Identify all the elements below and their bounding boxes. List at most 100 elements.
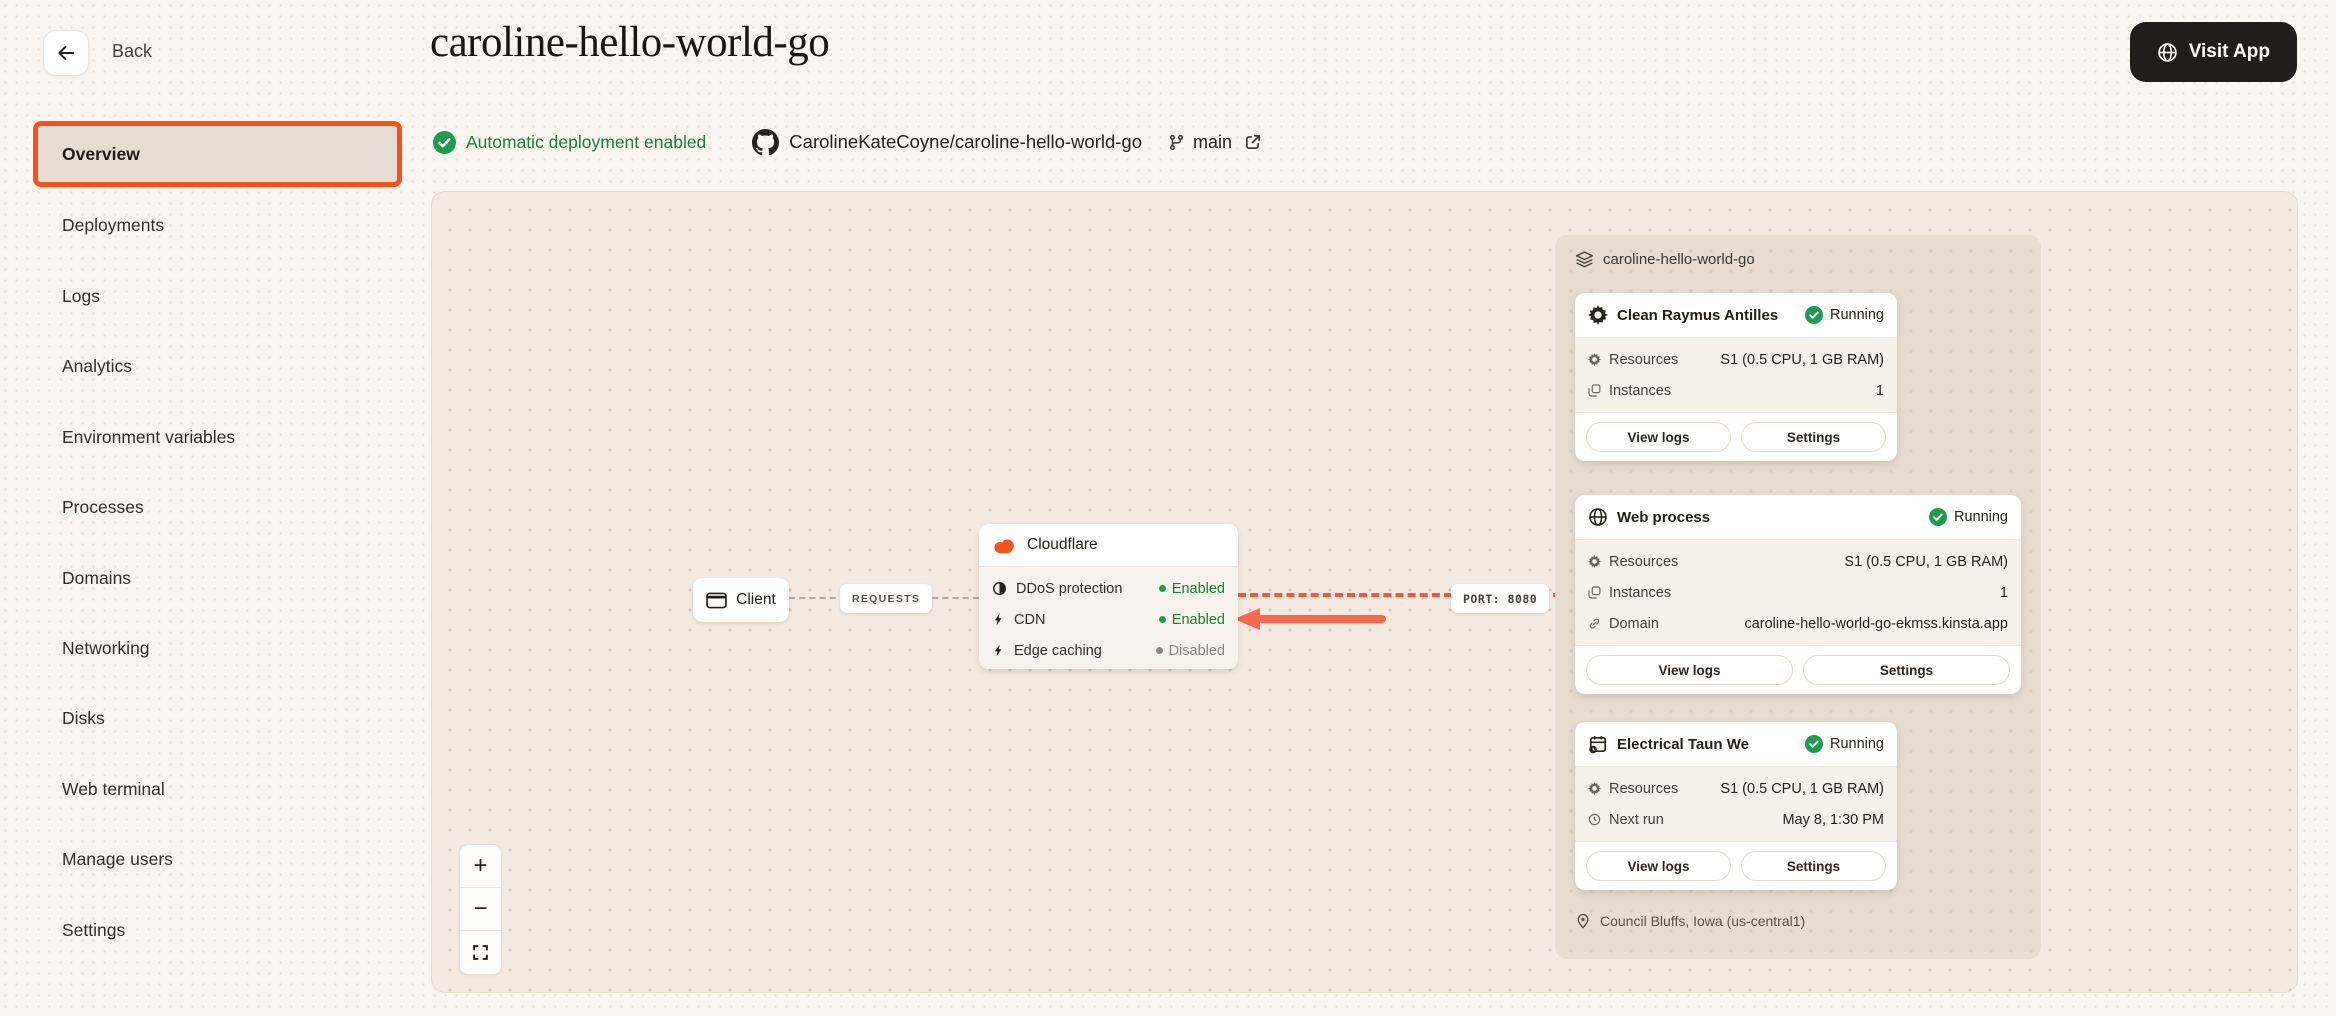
sidebar-item-label: Manage users bbox=[62, 849, 173, 870]
status-badge: Running bbox=[1805, 735, 1884, 753]
cloudflare-row-ddos: DDoS protection Enabled bbox=[992, 573, 1225, 604]
settings-button[interactable]: Settings bbox=[1741, 422, 1886, 452]
back-button[interactable] bbox=[43, 30, 89, 76]
sidebar-item-web-terminal[interactable]: Web terminal bbox=[33, 769, 402, 809]
instances-icon bbox=[1588, 384, 1601, 397]
row-value: caroline-hello-world-go-ekmss.kinsta.app bbox=[1744, 616, 2008, 632]
status-label: Running bbox=[1830, 307, 1884, 323]
row-value: S1 (0.5 CPU, 1 GB RAM) bbox=[1720, 352, 1884, 368]
sidebar-item-settings[interactable]: Settings bbox=[33, 910, 402, 950]
service-name: Web process bbox=[1617, 509, 1710, 526]
github-icon bbox=[752, 129, 779, 156]
cloudflare-node[interactable]: Cloudflare DDoS protection Enabled CDN bbox=[979, 524, 1238, 669]
cloudflare-title: Cloudflare bbox=[1027, 536, 1098, 554]
location-label: Council Bluffs, Iowa (us-central1) bbox=[1600, 913, 1805, 929]
visit-app-button[interactable]: Visit App bbox=[2130, 22, 2297, 82]
status-bar: Automatic deployment enabled CarolineKat… bbox=[433, 120, 1262, 164]
check-circle-icon bbox=[1805, 306, 1823, 324]
status-badge: Running bbox=[1929, 508, 2008, 526]
bolt-icon bbox=[992, 643, 1005, 658]
sidebar-item-overview[interactable]: Overview bbox=[33, 121, 402, 187]
gear-icon bbox=[1588, 353, 1601, 366]
zoom-in-button[interactable]: + bbox=[460, 845, 501, 888]
fullscreen-button[interactable] bbox=[460, 931, 501, 974]
bolt-icon bbox=[992, 612, 1005, 627]
view-logs-button[interactable]: View logs bbox=[1586, 851, 1731, 881]
sidebar-item-label: Networking bbox=[62, 638, 150, 659]
deployment-status-label: Automatic deployment enabled bbox=[466, 132, 706, 153]
branch-name: main bbox=[1193, 132, 1232, 153]
row-value: 1 bbox=[1876, 383, 1884, 399]
globe-icon bbox=[1588, 507, 1608, 527]
service-row: Resources S1 (0.5 CPU, 1 GB RAM) bbox=[1588, 546, 2008, 577]
app-group-panel: caroline-hello-world-go Clean Raymus Ant… bbox=[1555, 235, 2041, 959]
view-logs-button[interactable]: View logs bbox=[1586, 655, 1793, 685]
gear-icon bbox=[1588, 555, 1601, 568]
check-circle-icon bbox=[1929, 508, 1947, 526]
row-label: Next run bbox=[1609, 812, 1664, 828]
visit-app-label: Visit App bbox=[2189, 41, 2270, 63]
sidebar-item-label: Deployments bbox=[62, 215, 164, 236]
fullscreen-icon bbox=[472, 944, 489, 961]
service-row: Resources S1 (0.5 CPU, 1 GB RAM) bbox=[1588, 344, 1884, 375]
service-name: Clean Raymus Antilles bbox=[1617, 307, 1778, 324]
settings-button[interactable]: Settings bbox=[1741, 851, 1886, 881]
cloudflare-row-status: Enabled bbox=[1172, 612, 1225, 628]
cloudflare-row-status: Enabled bbox=[1172, 581, 1225, 597]
service-name: Electrical Taun We bbox=[1617, 736, 1749, 753]
port-edge-label: PORT: 8080 bbox=[1451, 584, 1549, 613]
calendar-clock-icon bbox=[1588, 735, 1608, 754]
status-dot bbox=[1159, 585, 1166, 592]
service-card-worker[interactable]: Clean Raymus Antilles Running Resources … bbox=[1575, 293, 1897, 461]
sidebar-item-label: Overview bbox=[62, 144, 140, 165]
row-label: Instances bbox=[1609, 383, 1671, 399]
sidebar-item-manage-users[interactable]: Manage users bbox=[33, 839, 402, 879]
sidebar-item-networking[interactable]: Networking bbox=[33, 628, 402, 668]
sidebar-item-logs[interactable]: Logs bbox=[33, 276, 402, 316]
cloudflare-row-label: DDoS protection bbox=[1016, 581, 1122, 597]
status-label: Running bbox=[1830, 736, 1884, 752]
cloudflare-row-label: Edge caching bbox=[1014, 643, 1102, 659]
globe-icon bbox=[2157, 42, 2178, 63]
sidebar-item-label: Processes bbox=[62, 497, 144, 518]
datacenter-location: Council Bluffs, Iowa (us-central1) bbox=[1575, 913, 1805, 929]
row-value: S1 (0.5 CPU, 1 GB RAM) bbox=[1844, 554, 2008, 570]
sidebar-item-disks[interactable]: Disks bbox=[33, 698, 402, 738]
service-card-cron[interactable]: Electrical Taun We Running Resources S1 … bbox=[1575, 722, 1897, 890]
cloudflare-row-edge-caching: Edge caching Disabled bbox=[992, 635, 1225, 666]
service-row: Instances 1 bbox=[1588, 375, 1884, 406]
branch-info: main bbox=[1168, 132, 1262, 153]
service-row: Instances 1 bbox=[1588, 577, 2008, 608]
sidebar-item-label: Disks bbox=[62, 708, 105, 729]
client-node[interactable]: Client bbox=[693, 578, 789, 622]
view-logs-button[interactable]: View logs bbox=[1586, 422, 1731, 452]
back-label: Back bbox=[112, 41, 152, 62]
location-pin-icon bbox=[1575, 913, 1591, 929]
row-label: Resources bbox=[1609, 352, 1678, 368]
row-label: Domain bbox=[1609, 616, 1659, 632]
link-icon bbox=[1588, 617, 1601, 630]
cloudflare-row-label: CDN bbox=[1014, 612, 1045, 628]
row-label: Resources bbox=[1609, 781, 1678, 797]
sidebar-item-label: Environment variables bbox=[62, 427, 235, 448]
zoom-out-button[interactable]: − bbox=[460, 888, 501, 931]
instances-icon bbox=[1588, 586, 1601, 599]
gear-icon bbox=[1588, 782, 1601, 795]
settings-button[interactable]: Settings bbox=[1803, 655, 2010, 685]
row-value: 1 bbox=[2000, 585, 2008, 601]
row-value: S1 (0.5 CPU, 1 GB RAM) bbox=[1720, 781, 1884, 797]
status-dot bbox=[1159, 616, 1166, 623]
diagram-canvas[interactable]: Client REQUESTS PORT: 8080 Cloudflare DD… bbox=[431, 191, 2298, 993]
sidebar-item-environment-variables[interactable]: Environment variables bbox=[33, 417, 402, 457]
sidebar-item-analytics[interactable]: Analytics bbox=[33, 346, 402, 386]
service-row: Domain caroline-hello-world-go-ekmss.kin… bbox=[1588, 608, 2008, 639]
sidebar-item-deployments[interactable]: Deployments bbox=[33, 205, 402, 245]
service-card-web-process[interactable]: Web process Running Resources S1 (0.5 CP… bbox=[1575, 495, 2021, 694]
external-link-icon[interactable] bbox=[1244, 133, 1262, 151]
app-group-title: caroline-hello-world-go bbox=[1575, 251, 1755, 268]
sidebar-item-domains[interactable]: Domains bbox=[33, 558, 402, 598]
row-label: Instances bbox=[1609, 585, 1671, 601]
sidebar-item-processes[interactable]: Processes bbox=[33, 487, 402, 527]
cloudflare-cloud-icon bbox=[992, 537, 1017, 554]
layers-icon bbox=[1575, 251, 1594, 268]
